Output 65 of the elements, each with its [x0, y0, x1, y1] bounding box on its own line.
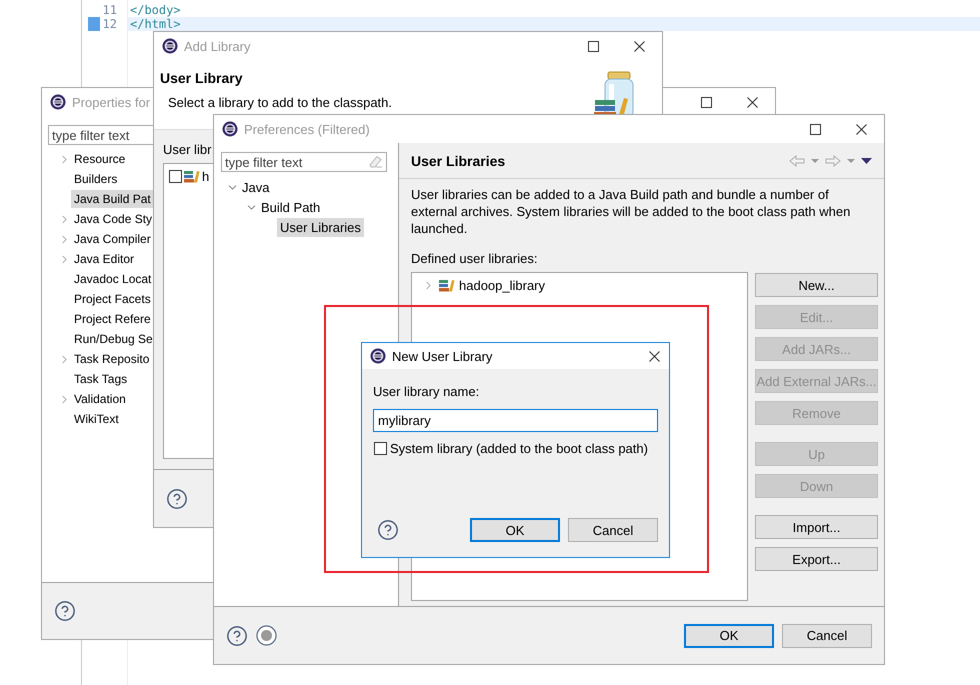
side-button[interactable]: Export... [755, 547, 878, 571]
checkbox-label[interactable]: System library (added to the boot class path) [390, 441, 648, 456]
tree-item[interactable]: Java Editor [71, 250, 138, 268]
tree-item[interactable]: Javadoc Locat [71, 270, 154, 288]
window-title: Add Library [184, 38, 250, 54]
dialog-button[interactable]: Cancel [782, 624, 872, 648]
description: User libraries can be added to a Java Build path and bundle a number of external archives. System libraries will be added to the boot class path when launched. [411, 186, 852, 237]
dialog-button[interactable]: Cancel [568, 518, 658, 542]
help-icon[interactable] [226, 624, 248, 646]
checkbox[interactable] [374, 442, 387, 455]
close-icon[interactable] [746, 96, 758, 108]
app-icon [162, 38, 178, 54]
tree-item[interactable]: Java Compiler [71, 230, 154, 248]
tree-item[interactable]: Validation [71, 390, 129, 408]
tree-item[interactable]: Resource [71, 150, 128, 168]
books-icon [184, 170, 200, 182]
list-label: User libr [163, 142, 212, 157]
books-icon [439, 278, 455, 292]
close-icon[interactable] [648, 350, 660, 362]
filter-field[interactable]: type filter text [48, 125, 154, 145]
tree-item[interactable]: Task Tags [71, 370, 130, 388]
record-icon[interactable] [256, 625, 277, 646]
tree-item[interactable]: WikiText [71, 410, 122, 428]
tree-item[interactable]: Java [239, 178, 272, 196]
tree-item[interactable]: Java Build Pat [71, 190, 154, 208]
app-icon [50, 94, 66, 110]
help-icon[interactable] [377, 519, 399, 541]
tree-item[interactable]: Project Facets [71, 290, 154, 308]
app-icon [370, 348, 386, 364]
window-title: Preferences (Filtered) [244, 122, 370, 136]
dialog-button[interactable]: OK [470, 518, 560, 542]
tree-item[interactable]: Java Code Sty [71, 210, 156, 228]
tree-item[interactable]: User Libraries [277, 218, 364, 236]
side-button[interactable]: Import... [755, 515, 878, 539]
tree-item[interactable]: Builders [71, 170, 120, 188]
code-line: </body> [129, 3, 182, 17]
list-label: Defined user libraries: [411, 251, 538, 266]
description: Select a library to add to the classpath. [167, 95, 394, 110]
close-icon[interactable] [856, 124, 866, 134]
menu-icon[interactable] [861, 158, 872, 164]
window-title: Properties for [72, 94, 150, 110]
close-icon[interactable] [634, 40, 644, 52]
window-title: New User Library [392, 348, 492, 364]
name-field[interactable]: mylibrary [373, 409, 658, 432]
line-number: 11 [102, 3, 117, 17]
page-heading: User Library [160, 70, 244, 86]
page-title: User Libraries [411, 152, 506, 168]
filter-field[interactable]: type filter text [221, 152, 387, 172]
maximize-icon[interactable] [700, 96, 712, 108]
line-number: 12 [102, 17, 117, 31]
help-icon[interactable] [54, 600, 76, 622]
tree-item[interactable]: Task Reposito [71, 350, 152, 368]
tree-item[interactable]: Run/Debug Se [71, 330, 156, 348]
dialog-button[interactable]: OK [684, 624, 774, 648]
tree-item[interactable]: Project Refere [71, 310, 154, 328]
side-button[interactable]: New... [755, 273, 878, 297]
tree-item[interactable]: Build Path [258, 198, 324, 216]
library-name[interactable]: h [202, 168, 210, 184]
app-icon [222, 121, 238, 137]
checkbox[interactable] [169, 170, 182, 182]
help-icon[interactable] [166, 488, 188, 510]
field-label: User library name: [373, 384, 480, 399]
library-name[interactable]: hadoop_library [459, 278, 546, 292]
maximize-icon[interactable] [588, 40, 598, 52]
maximize-icon[interactable] [810, 124, 820, 134]
